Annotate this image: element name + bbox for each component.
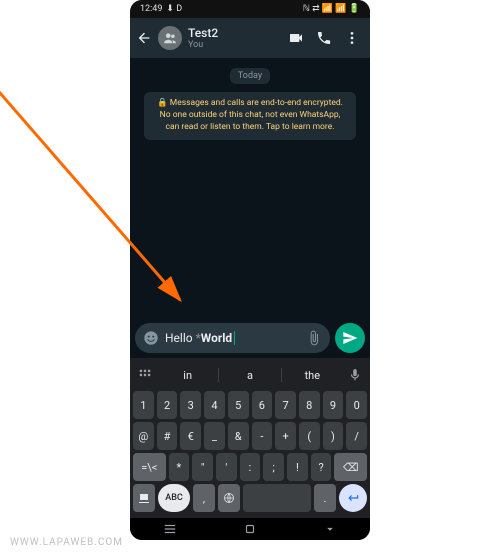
suggestion-1[interactable]: a <box>221 369 278 382</box>
suggestion-2[interactable]: the <box>284 369 341 382</box>
key-*[interactable]: * <box>169 453 190 481</box>
chat-header: Test2 You <box>130 18 370 58</box>
key-4[interactable]: 4 <box>204 391 225 419</box>
keyboard: in a the 1234567890 @#€_&-+()/ =\< *"':;… <box>130 358 370 518</box>
key-&[interactable]: & <box>228 422 249 450</box>
video-call-icon[interactable] <box>288 30 304 46</box>
key-'[interactable]: ' <box>216 453 237 481</box>
key-#[interactable]: # <box>157 422 178 450</box>
send-button[interactable] <box>335 323 365 353</box>
status-bar: 12:49 ⬇ D ℕ ⇄ 📶 📶 🔋 <box>130 0 370 18</box>
key-([interactable]: ( <box>299 422 320 450</box>
key-"[interactable]: " <box>192 453 213 481</box>
key-collapse[interactable] <box>133 484 155 512</box>
key-€[interactable]: € <box>180 422 201 450</box>
key-?[interactable]: ? <box>311 453 332 481</box>
clock: 12:49 <box>140 4 162 14</box>
key-abc[interactable]: ABC <box>158 484 190 512</box>
more-icon[interactable] <box>344 30 360 46</box>
key-backspace[interactable]: ⌫ <box>334 453 367 481</box>
message-input[interactable]: Hello *World <box>135 323 330 353</box>
key-1[interactable]: 1 <box>133 391 154 419</box>
back-icon[interactable] <box>136 30 152 46</box>
android-nav-bar <box>130 518 370 540</box>
key-3[interactable]: 3 <box>180 391 201 419</box>
key-comma[interactable]: , <box>193 484 215 512</box>
key-;[interactable]: ; <box>263 453 284 481</box>
key-8[interactable]: 8 <box>299 391 320 419</box>
nav-back[interactable] <box>323 522 337 536</box>
group-avatar[interactable] <box>158 26 182 50</box>
key-_[interactable]: _ <box>204 422 225 450</box>
nav-recents[interactable] <box>163 522 177 536</box>
key-:[interactable]: : <box>240 453 261 481</box>
key--[interactable]: - <box>252 422 273 450</box>
key-enter[interactable] <box>339 484 367 512</box>
key-@[interactable]: @ <box>133 422 154 450</box>
key-9[interactable]: 9 <box>323 391 344 419</box>
day-chip: Today <box>230 68 270 84</box>
suggestion-0[interactable]: in <box>159 369 216 382</box>
key-lang[interactable] <box>218 484 240 512</box>
encryption-notice[interactable]: 🔒 Messages and calls are end-to-end encr… <box>144 92 356 140</box>
key-7[interactable]: 7 <box>275 391 296 419</box>
watermark: WWW.LAPAWEB.COM <box>10 537 123 548</box>
message-text: Hello *World <box>165 331 300 346</box>
key-2[interactable]: 2 <box>157 391 178 419</box>
key-5[interactable]: 5 <box>228 391 249 419</box>
key-6[interactable]: 6 <box>252 391 273 419</box>
key-period[interactable]: . <box>314 484 336 512</box>
key-+[interactable]: + <box>275 422 296 450</box>
status-right-icons: ℕ ⇄ 📶 📶 🔋 <box>303 4 360 14</box>
key-![interactable]: ! <box>287 453 308 481</box>
phone-frame: 12:49 ⬇ D ℕ ⇄ 📶 📶 🔋 Test2 You Today 🔒 Me… <box>130 0 370 540</box>
key-/[interactable]: / <box>346 422 367 450</box>
suggestion-row: in a the <box>133 362 367 388</box>
chat-area[interactable]: Today 🔒 Messages and calls are end-to-en… <box>130 58 370 318</box>
text-cursor <box>234 331 235 345</box>
attach-icon[interactable] <box>306 330 322 346</box>
nav-home[interactable] <box>243 522 257 536</box>
key-)[interactable]: ) <box>323 422 344 450</box>
voice-input-icon[interactable] <box>343 368 367 382</box>
emoji-icon[interactable] <box>143 330 159 346</box>
chat-title-block[interactable]: Test2 You <box>188 26 282 50</box>
chat-name: Test2 <box>188 26 282 40</box>
keyboard-grid-icon[interactable] <box>133 368 157 382</box>
chat-subtitle: You <box>188 40 282 50</box>
key-0[interactable]: 0 <box>346 391 367 419</box>
key-space[interactable] <box>243 484 311 512</box>
composer-bar: Hello *World <box>130 318 370 358</box>
status-left-icons: ⬇ D <box>166 4 182 14</box>
voice-call-icon[interactable] <box>316 30 332 46</box>
key-symbols-shift[interactable]: =\< <box>133 453 166 481</box>
